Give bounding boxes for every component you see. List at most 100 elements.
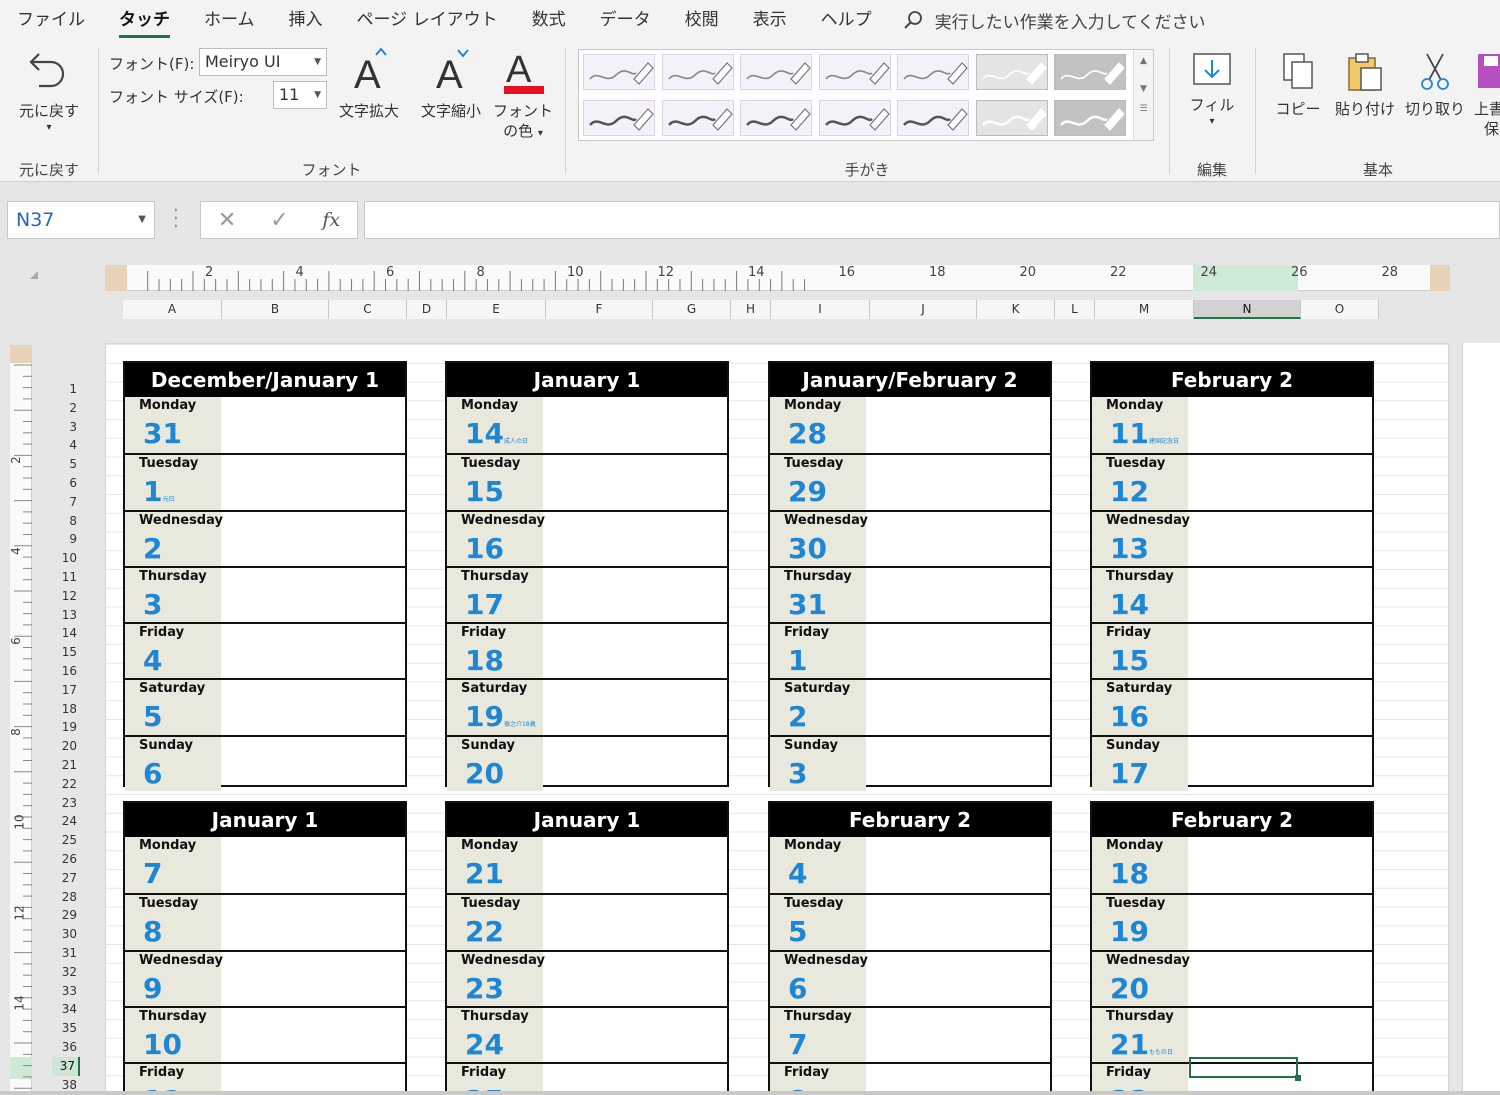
row-header-2[interactable]: 2 [52,399,80,418]
pen-style-9[interactable] [740,100,812,136]
column-header-G[interactable]: G [653,300,731,319]
row-header-5[interactable]: 5 [52,455,80,474]
tab-1[interactable]: タッチ [102,0,187,40]
row-header-22[interactable]: 22 [52,775,80,794]
font-size-combo[interactable]: 11 ▼ [273,81,327,109]
day-row[interactable]: Monday 14成人の日 [447,397,727,454]
day-row[interactable]: Wednesday 9 [125,949,405,1006]
row-header-30[interactable]: 30 [52,925,80,944]
insert-function-icon[interactable]: fx [322,209,340,231]
row-header-18[interactable]: 18 [52,700,80,719]
day-row[interactable]: Wednesday 23 [447,949,727,1006]
tab-8[interactable]: 表示 [736,0,804,40]
day-row[interactable]: Wednesday 6 [770,949,1050,1006]
column-header-J[interactable]: J [870,300,977,319]
row-header-8[interactable]: 8 [52,512,80,531]
day-row[interactable]: Tuesday 15 [447,453,727,510]
paste-button[interactable]: 貼り付け [1332,50,1398,119]
copy-button[interactable]: コピー [1268,50,1328,119]
row-header-1[interactable]: 1 [52,380,80,399]
row-header-7[interactable]: 7 [52,493,80,512]
pen-style-4[interactable] [897,54,969,90]
row-header-15[interactable]: 15 [52,643,80,662]
row-header-11[interactable]: 11 [52,568,80,587]
confirm-icon[interactable]: ✓ [270,208,288,233]
row-header-23[interactable]: 23 [52,794,80,813]
day-row[interactable]: Sunday 3 [770,734,1050,792]
row-header-16[interactable]: 16 [52,662,80,681]
row-header-19[interactable]: 19 [52,718,80,737]
pen-style-7[interactable] [583,100,655,136]
row-header-10[interactable]: 10 [52,549,80,568]
pen-style-2[interactable] [740,54,812,90]
tab-2[interactable]: ホーム [187,0,272,40]
day-row[interactable]: Tuesday 5 [770,893,1050,950]
day-row[interactable]: Friday 15 [1092,622,1372,679]
pen-style-6[interactable] [1054,54,1126,90]
day-row[interactable]: Monday 18 [1092,837,1372,894]
day-row[interactable]: Thursday 21ももの日 [1092,1005,1372,1063]
column-header-O[interactable]: O [1301,300,1379,319]
day-row[interactable]: Saturday 2 [770,678,1050,735]
pen-style-11[interactable] [897,100,969,136]
day-row[interactable]: Monday 31 [125,397,405,454]
save-button[interactable]: 上書 保 [1474,50,1500,139]
pen-style-10[interactable] [818,100,891,136]
row-header-28[interactable]: 28 [52,888,80,907]
row-header-32[interactable]: 32 [52,963,80,982]
grip-icon[interactable]: · · · [173,202,179,236]
column-header-C[interactable]: C [329,300,407,319]
row-header-3[interactable]: 3 [52,418,80,437]
active-cell-N37[interactable] [1189,1057,1301,1081]
column-header-D[interactable]: D [407,300,447,319]
day-row[interactable]: Tuesday 29 [770,453,1050,510]
day-row[interactable]: Friday 18 [447,622,727,679]
chevron-down-icon[interactable]: ▼ [138,202,146,238]
row-header-25[interactable]: 25 [52,831,80,850]
pen-style-8[interactable] [661,100,734,136]
pen-style-1[interactable] [661,54,734,90]
fill-button[interactable]: フィル ▾ [1182,50,1242,129]
row-header-9[interactable]: 9 [52,530,80,549]
day-row[interactable]: Wednesday 2 [125,509,405,566]
day-row[interactable]: Sunday 20 [447,734,727,792]
more-icon[interactable]: ☰ [1134,104,1153,114]
pen-style-13[interactable] [1054,100,1126,136]
day-row[interactable]: Wednesday 20 [1092,949,1372,1006]
row-header-13[interactable]: 13 [52,606,80,625]
tab-3[interactable]: 挿入 [272,0,340,40]
tab-7[interactable]: 校閲 [668,0,736,40]
select-all-icon[interactable] [30,271,38,279]
day-row[interactable]: Monday 21 [447,837,727,894]
pen-style-3[interactable] [818,54,891,90]
undo-button[interactable]: 元に戻す ▾ [10,48,88,135]
column-header-M[interactable]: M [1095,300,1194,319]
day-row[interactable]: Friday 4 [125,622,405,679]
shrink-font-button[interactable]: A 文字縮小 [413,46,489,121]
tab-4[interactable]: ページ レイアウト [340,0,515,40]
tell-me-search[interactable]: 実行したい作業を入力してください [903,8,1206,33]
name-box[interactable]: N37 ▼ [7,201,155,239]
chevron-down-icon[interactable]: ▼ [314,82,321,108]
column-header-B[interactable]: B [222,300,329,319]
column-header-E[interactable]: E [447,300,546,319]
day-row[interactable]: Wednesday 16 [447,509,727,566]
font-color-button[interactable]: A フォント の色 ▾ [491,46,555,144]
row-header-33[interactable]: 33 [52,982,80,1001]
row-header-20[interactable]: 20 [52,737,80,756]
cancel-icon[interactable]: ✕ [218,208,236,233]
day-row[interactable]: Thursday 10 [125,1005,405,1063]
cut-button[interactable]: 切り取り [1402,50,1468,119]
day-row[interactable]: Wednesday 13 [1092,509,1372,566]
tab-6[interactable]: データ [583,0,668,40]
row-header-21[interactable]: 21 [52,756,80,775]
column-header-F[interactable]: F [546,300,653,319]
day-row[interactable]: Tuesday 22 [447,893,727,950]
chevron-up-icon[interactable]: ▲ [1134,56,1153,66]
column-header-L[interactable]: L [1055,300,1095,319]
day-row[interactable]: Thursday 14 [1092,565,1372,623]
column-header-K[interactable]: K [977,300,1055,319]
day-row[interactable]: Monday 7 [125,837,405,894]
row-header-29[interactable]: 29 [52,906,80,925]
day-row[interactable]: Saturday 5 [125,678,405,735]
